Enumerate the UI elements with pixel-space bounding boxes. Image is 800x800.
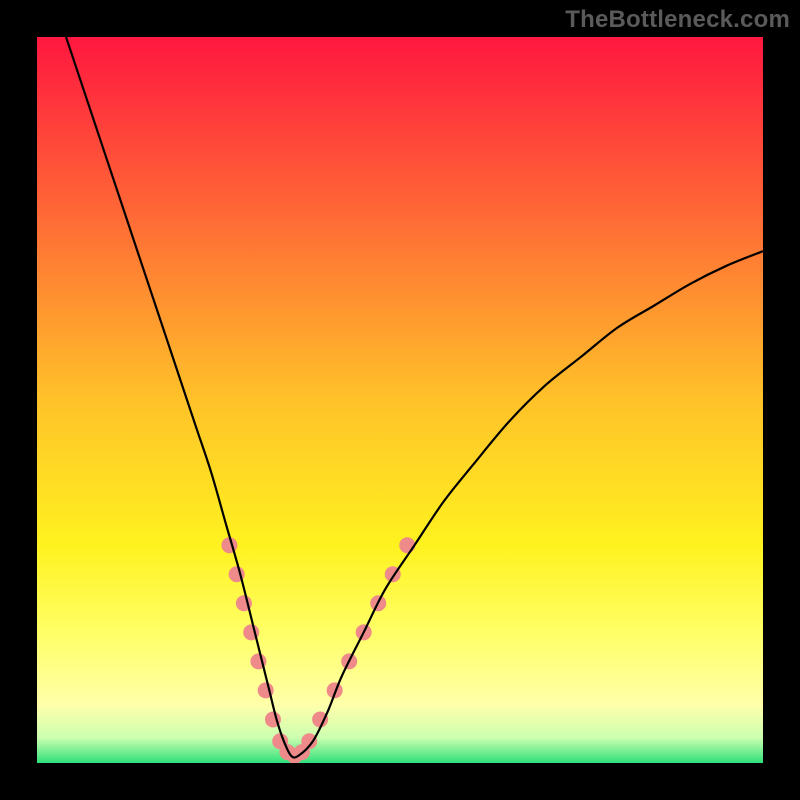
watermark-text: TheBottleneck.com (565, 6, 790, 34)
chart-stage: TheBottleneck.com (0, 0, 800, 800)
marker-dot (399, 537, 415, 553)
gradient-background (37, 37, 763, 763)
bottleneck-chart (37, 37, 763, 763)
plot-area (37, 37, 763, 763)
